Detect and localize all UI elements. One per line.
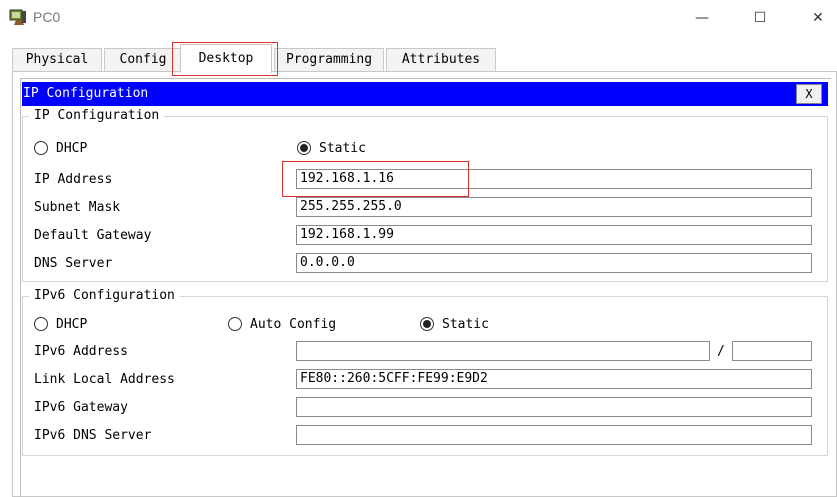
ipv6-auto-config-radio[interactable] bbox=[228, 317, 242, 331]
ipv6-group-legend: IPv6 Configuration bbox=[29, 288, 180, 303]
ipv6-dhcp-radio[interactable] bbox=[34, 317, 48, 331]
window-title: PC0 bbox=[33, 9, 61, 25]
prefix-separator: / bbox=[717, 344, 725, 359]
ipv4-dhcp-radio[interactable] bbox=[34, 141, 48, 155]
subnet-mask-label: Subnet Mask bbox=[34, 200, 121, 215]
ip-configuration-title: IP Configuration bbox=[23, 86, 149, 101]
ipv6-auto-config-label: Auto Config bbox=[250, 317, 337, 332]
ipv6-prefix-length-field[interactable] bbox=[732, 341, 812, 361]
tab-config[interactable]: Config bbox=[104, 48, 182, 71]
ipv4-group-legend: IP Configuration bbox=[29, 108, 165, 123]
ipv6-static-radio[interactable] bbox=[420, 317, 434, 331]
tab-programming[interactable]: Programming bbox=[274, 48, 384, 71]
packet-tracer-pc-icon bbox=[8, 8, 28, 26]
link-local-address-label: Link Local Address bbox=[34, 372, 175, 387]
minimize-button[interactable]: — bbox=[682, 4, 722, 32]
ipv6-address-label: IPv6 Address bbox=[34, 344, 128, 359]
close-window-button[interactable]: ✕ bbox=[798, 4, 837, 32]
tab-physical[interactable]: Physical bbox=[12, 48, 102, 71]
default-gateway-label: Default Gateway bbox=[34, 228, 152, 243]
ipv6-address-field[interactable] bbox=[296, 341, 710, 361]
ip-address-highlight bbox=[282, 161, 469, 197]
ipv4-dhcp-label: DHCP bbox=[56, 141, 88, 156]
link-local-address-field[interactable]: FE80::260:5CFF:FE99:E9D2 bbox=[296, 369, 812, 389]
ipv4-static-label: Static bbox=[319, 141, 366, 156]
ipv4-static-radio[interactable] bbox=[297, 141, 311, 155]
subnet-mask-field[interactable]: 255.255.255.0 bbox=[296, 197, 812, 217]
ip-address-label: IP Address bbox=[34, 172, 113, 187]
ipv6-gateway-field[interactable] bbox=[296, 397, 812, 417]
ipv6-static-label: Static bbox=[442, 317, 489, 332]
tab-attributes[interactable]: Attributes bbox=[386, 48, 496, 71]
ipv6-dhcp-label: DHCP bbox=[56, 317, 88, 332]
ipv6-gateway-label: IPv6 Gateway bbox=[34, 400, 128, 415]
dns-server-label: DNS Server bbox=[34, 256, 113, 271]
dns-server-field[interactable]: 0.0.0.0 bbox=[296, 253, 812, 273]
default-gateway-field[interactable]: 192.168.1.99 bbox=[296, 225, 812, 245]
ipv6-dns-server-field[interactable] bbox=[296, 425, 812, 445]
maximize-button[interactable]: ☐ bbox=[740, 4, 780, 32]
ipv6-dns-server-label: IPv6 DNS Server bbox=[34, 428, 152, 443]
close-app-button[interactable]: X bbox=[796, 84, 822, 104]
desktop-tab-highlight bbox=[172, 42, 278, 76]
